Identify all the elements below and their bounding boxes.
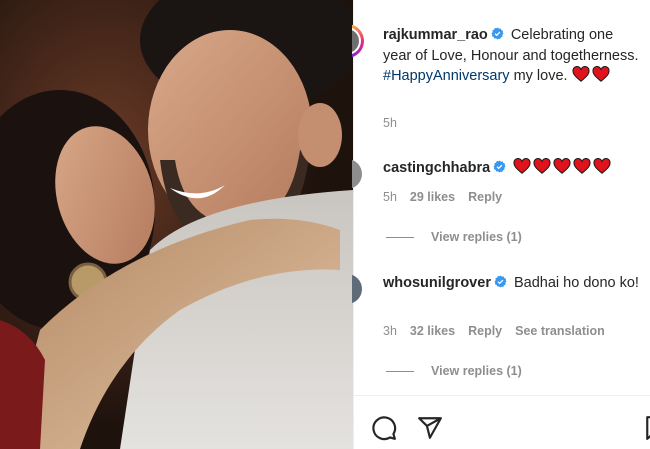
view-replies-label: View replies (1) xyxy=(431,230,522,244)
post-caption: rajkummar_rao Celebrating one year of Lo… xyxy=(383,25,645,87)
share-icon[interactable] xyxy=(417,415,443,441)
red-heart-icon xyxy=(553,158,571,174)
red-heart-icon xyxy=(592,66,610,82)
comment-meta: 5h 29 likes Reply xyxy=(383,190,502,204)
caption-meta: 5h xyxy=(383,116,397,130)
comments-panel: rajkummar_rao Celebrating one year of Lo… xyxy=(352,0,650,449)
comment-whosunilgrover: whosunilgrover Badhai ho dono ko! xyxy=(383,273,645,294)
comment-time: 3h xyxy=(383,324,397,338)
post-photo xyxy=(0,0,353,449)
see-translation-button[interactable]: See translation xyxy=(515,324,605,338)
reply-button[interactable]: Reply xyxy=(468,324,502,338)
view-replies-button[interactable]: View replies (1) xyxy=(386,230,522,244)
caption-hearts xyxy=(572,66,612,84)
comment-username[interactable]: castingchhabra xyxy=(383,160,490,176)
divider-line xyxy=(386,236,414,238)
red-heart-icon xyxy=(513,158,531,174)
comment-icon[interactable] xyxy=(371,415,397,441)
view-replies-label: View replies (1) xyxy=(431,364,522,378)
comment-text: Badhai ho dono ko! xyxy=(514,275,639,291)
reply-button[interactable]: Reply xyxy=(468,190,502,204)
comment-avatar-whosunilgrover[interactable] xyxy=(352,272,364,306)
verified-badge-icon xyxy=(493,160,506,173)
comment-likes[interactable]: 29 likes xyxy=(410,190,455,204)
bookmark-icon[interactable] xyxy=(644,415,650,441)
red-heart-icon xyxy=(572,66,590,82)
comment-likes[interactable]: 32 likes xyxy=(410,324,455,338)
comment-meta: 3h 32 likes Reply See translation xyxy=(383,324,605,338)
red-heart-icon xyxy=(533,158,551,174)
caption-avatar[interactable] xyxy=(352,24,364,58)
comment-time: 5h xyxy=(383,190,397,204)
red-heart-icon xyxy=(573,158,591,174)
comment-hearts xyxy=(513,158,613,176)
view-replies-button[interactable]: View replies (1) xyxy=(386,364,522,378)
comment-avatar-castingchhabra[interactable] xyxy=(352,157,364,191)
comment-castingchhabra: castingchhabra xyxy=(383,158,645,179)
caption-text-end: my love. xyxy=(513,68,568,84)
verified-badge-icon xyxy=(491,27,504,40)
caption-hashtag[interactable]: #HappyAnniversary xyxy=(383,68,510,84)
post-action-bar xyxy=(354,395,650,449)
caption-username[interactable]: rajkummar_rao xyxy=(383,27,488,43)
verified-badge-icon xyxy=(494,275,507,288)
red-heart-icon xyxy=(593,158,611,174)
divider-line xyxy=(386,370,414,372)
caption-time: 5h xyxy=(383,116,397,130)
comment-username[interactable]: whosunilgrover xyxy=(383,275,491,291)
